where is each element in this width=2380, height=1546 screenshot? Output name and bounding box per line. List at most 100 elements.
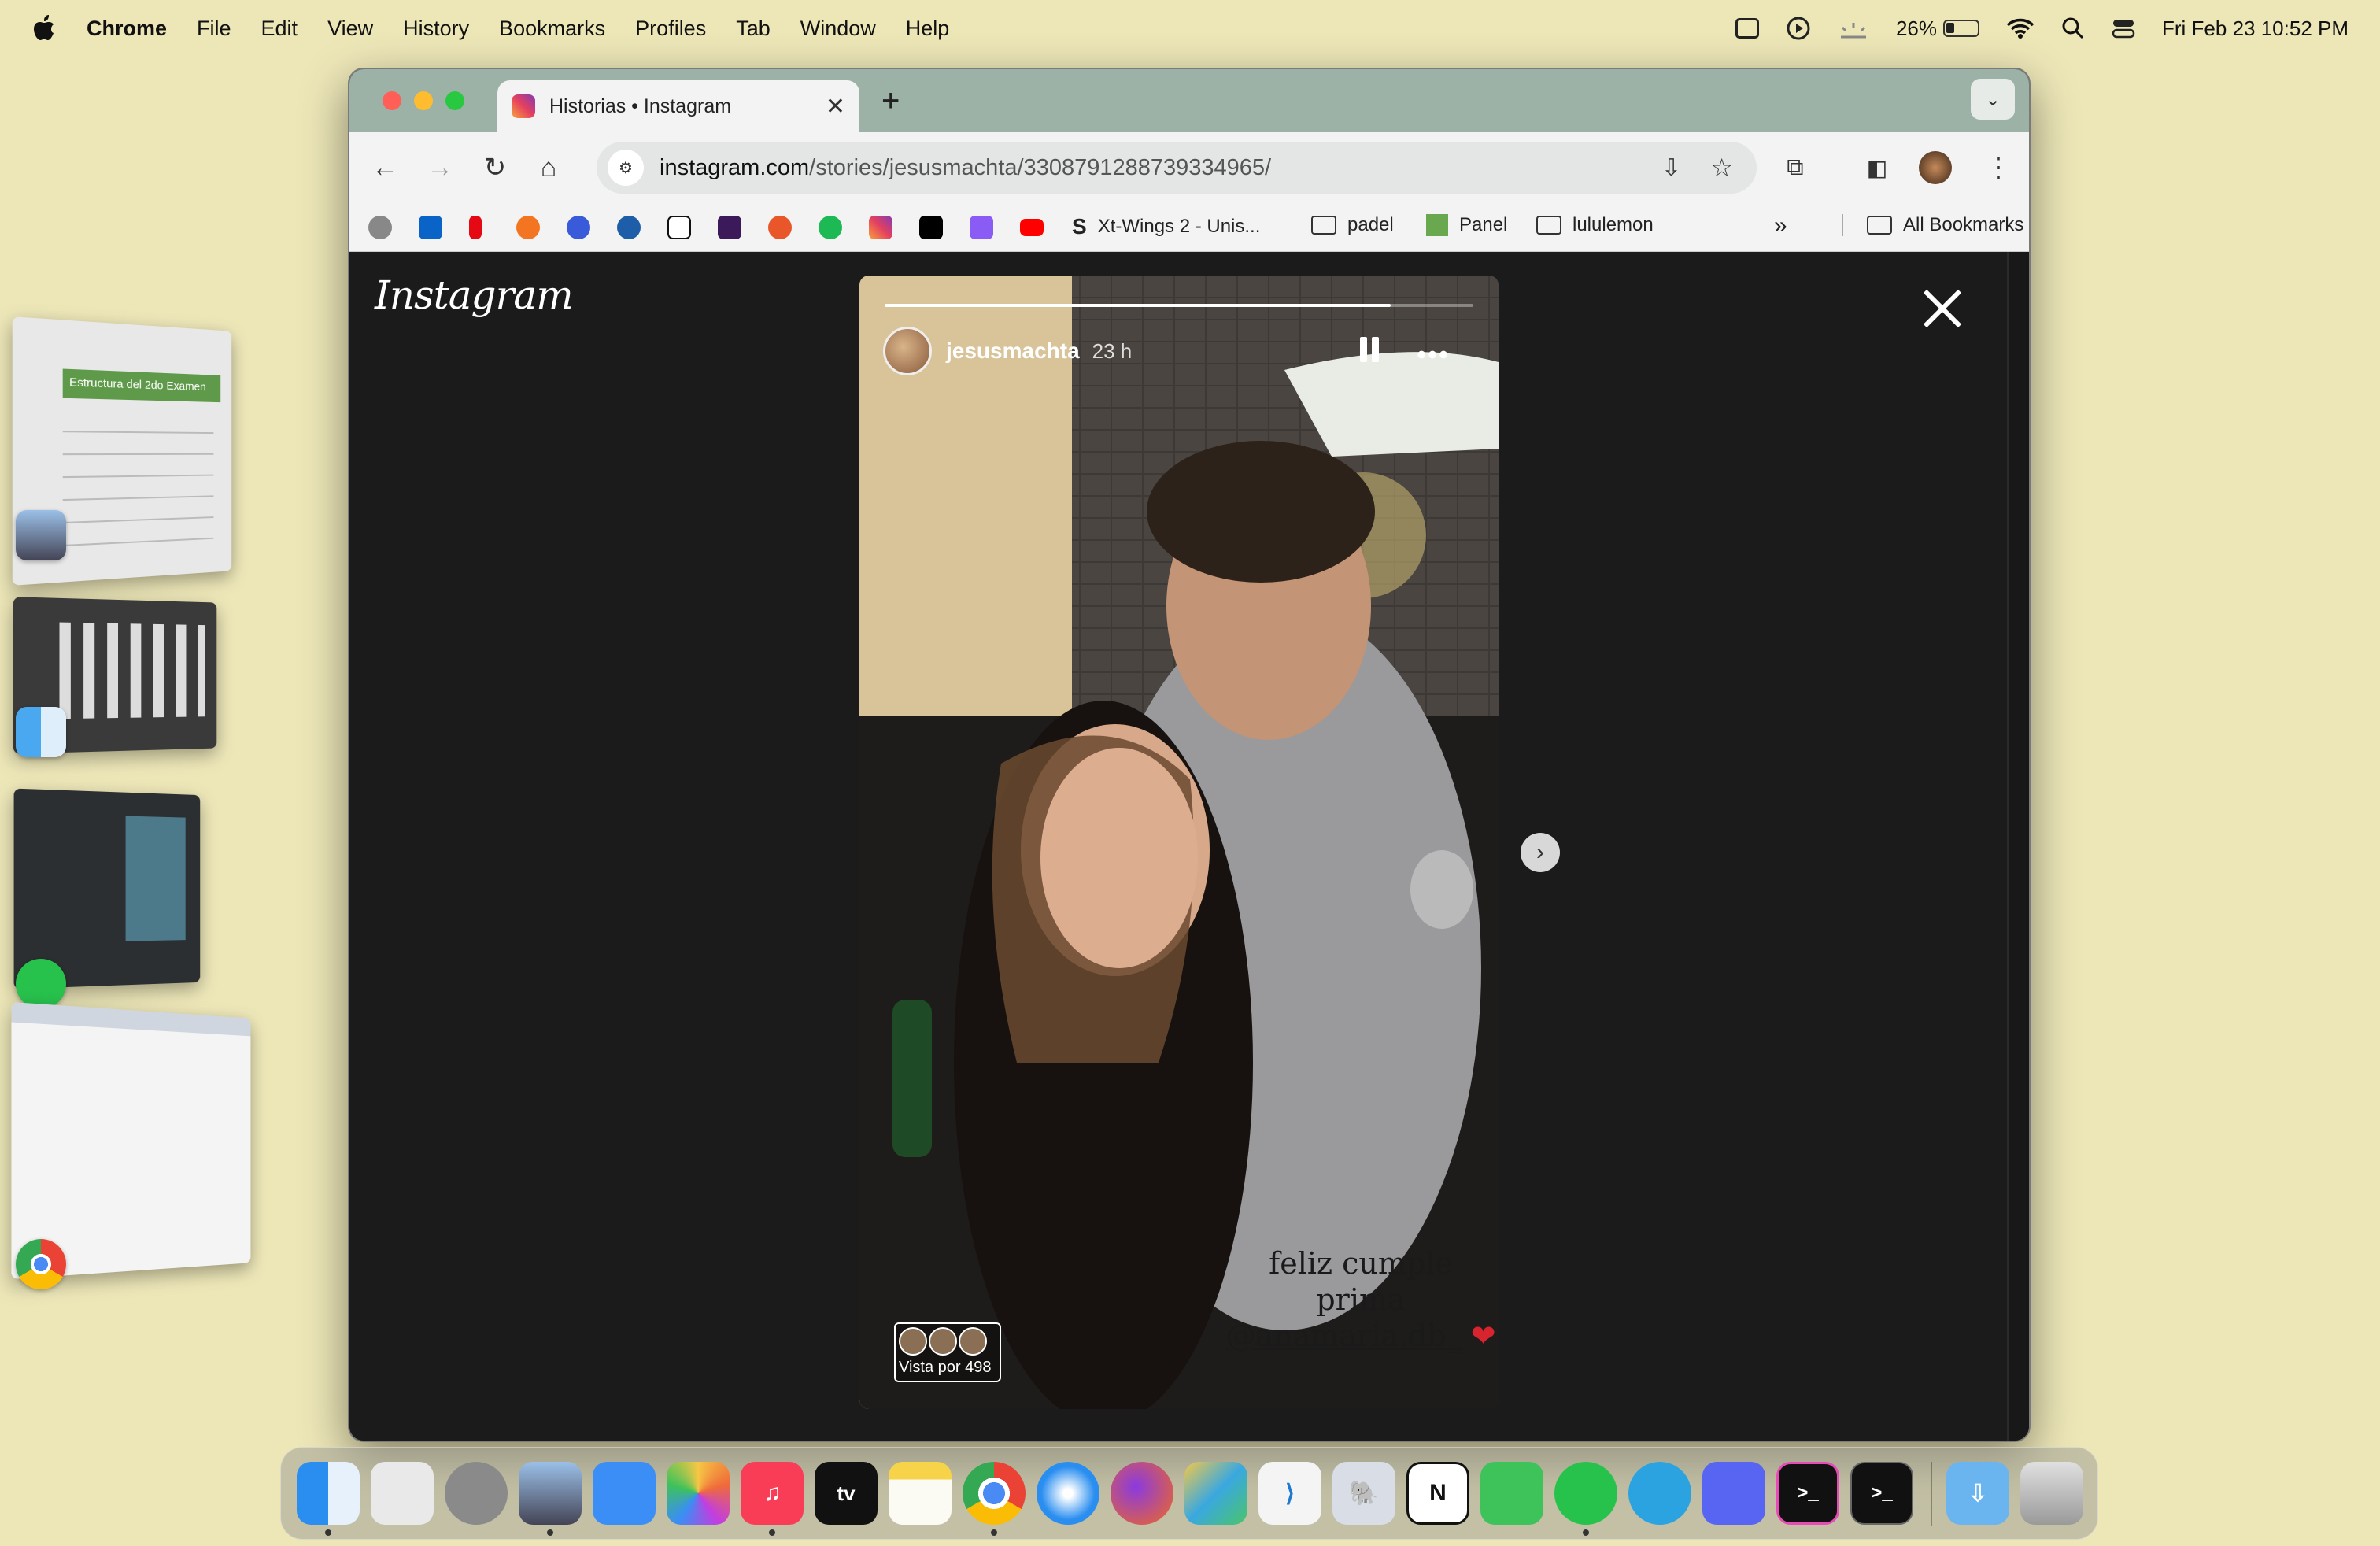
close-window-button[interactable]	[382, 91, 401, 110]
dock-chrome-icon[interactable]	[963, 1462, 1026, 1525]
dock-mail-icon[interactable]	[593, 1462, 656, 1525]
dock-whatsapp-icon[interactable]	[1554, 1462, 1617, 1525]
zoom-window-button[interactable]	[445, 91, 464, 110]
tab-close-icon[interactable]: ✕	[826, 93, 845, 120]
tab-instagram[interactable]: Historias • Instagram ✕	[497, 80, 859, 132]
screen-icon[interactable]	[1735, 18, 1759, 39]
site-settings-icon[interactable]: ⚙	[608, 150, 644, 186]
bookmark-amazon-icon[interactable]	[667, 216, 691, 239]
story-avatar[interactable]	[883, 327, 932, 375]
dock-trash-icon[interactable]	[2020, 1462, 2083, 1525]
bookmark-folder-padel[interactable]: padel	[1311, 214, 1394, 236]
menu-edit[interactable]: Edit	[261, 17, 298, 41]
bookmark-youtube-icon[interactable]	[1020, 219, 1044, 236]
bookmark-crunchyroll-icon[interactable]	[516, 216, 540, 239]
search-icon[interactable]	[2061, 17, 2085, 40]
bookmark-panel[interactable]: Panel	[1426, 214, 1507, 236]
chrome-app-icon[interactable]	[16, 1239, 66, 1289]
dock-firefox-icon[interactable]	[1111, 1462, 1173, 1525]
story-username[interactable]: jesusmachta	[946, 338, 1080, 364]
story-card[interactable]: jesusmachta 23 h ••• feliz cumple prima …	[859, 276, 1499, 1409]
dock-tv-icon[interactable]: tv	[815, 1462, 878, 1525]
bookmark-star-icon[interactable]: ☆	[1710, 153, 1733, 183]
caption-mention[interactable]: @anamaria.db_	[1225, 1319, 1461, 1353]
tab-search-button[interactable]: ⌄	[1971, 79, 2015, 120]
bookmark-x-icon[interactable]	[919, 216, 943, 239]
story-timestamp: 23 h	[1092, 338, 1133, 363]
forward-button[interactable]: →	[420, 148, 460, 187]
chrome-menu-icon[interactable]: ⋮	[1979, 148, 2018, 187]
dock-notes-icon[interactable]	[889, 1462, 952, 1525]
menu-history[interactable]: History	[403, 17, 469, 41]
bookmark-play-icon[interactable]	[617, 216, 641, 239]
pause-icon[interactable]	[1360, 337, 1379, 362]
dock-downloads-icon[interactable]: ⇩	[1946, 1462, 2009, 1525]
next-story-button[interactable]: ›	[1521, 833, 1560, 872]
apple-icon[interactable]	[31, 15, 57, 41]
bookmark-xt-wings[interactable]: S Xt-Wings 2 - Unis...	[1072, 214, 1260, 239]
dock-postgres-icon[interactable]: 🐘	[1332, 1462, 1395, 1525]
dock-settings-icon[interactable]	[445, 1462, 508, 1525]
wifi-icon[interactable]	[2006, 17, 2034, 39]
preview-app-icon[interactable]	[16, 510, 66, 560]
side-panel-icon[interactable]: ◧	[1857, 148, 1897, 187]
dock-vscode-icon[interactable]: ⟩	[1258, 1462, 1321, 1525]
dock-discord-icon[interactable]	[1702, 1462, 1765, 1525]
menu-app-name[interactable]: Chrome	[87, 17, 167, 41]
dock-music-icon[interactable]: ♫	[741, 1462, 804, 1525]
install-app-icon[interactable]: ⇩	[1661, 154, 1681, 182]
dock-terminal-icon[interactable]: >_	[1850, 1462, 1913, 1525]
dock-preview-icon[interactable]	[519, 1462, 582, 1525]
bookmark-outlook-icon[interactable]	[419, 216, 442, 239]
story-viewers[interactable]: Vista por 498	[894, 1322, 1001, 1382]
dock-notion-icon[interactable]: N	[1406, 1462, 1469, 1525]
back-button[interactable]: ←	[365, 148, 405, 187]
dock-3d-app-icon[interactable]	[1184, 1462, 1247, 1525]
menu-bookmarks[interactable]: Bookmarks	[499, 17, 605, 41]
menu-clock[interactable]: Fri Feb 23 10:52 PM	[2162, 17, 2349, 41]
dock: ♫ tv ⟩ 🐘 N >_ >_ ⇩	[280, 1447, 2098, 1540]
bookmark-crown-icon[interactable]	[970, 216, 993, 239]
control-center-icon[interactable]	[2112, 17, 2135, 40]
bookmark-instagram-icon[interactable]	[869, 216, 893, 239]
bookmark-star-site-icon[interactable]	[768, 216, 792, 239]
battery-indicator[interactable]: 26%	[1896, 17, 1979, 41]
extensions-icon[interactable]: ⧉	[1776, 148, 1815, 187]
home-button[interactable]: ⌂	[529, 148, 568, 187]
dock-photos-icon[interactable]	[667, 1462, 730, 1525]
close-icon[interactable]	[1919, 285, 1966, 332]
bookmark-m-icon[interactable]	[718, 216, 741, 239]
finder-app-icon[interactable]	[16, 707, 66, 757]
menu-profiles[interactable]: Profiles	[635, 17, 706, 41]
instagram-logo[interactable]: Instagram	[375, 272, 574, 318]
more-options-icon[interactable]: •••	[1417, 340, 1450, 371]
dock-finder-icon[interactable]	[297, 1462, 360, 1525]
dock-warp-icon[interactable]: >_	[1776, 1462, 1839, 1525]
whatsapp-app-icon[interactable]	[16, 959, 66, 1009]
reload-button[interactable]: ↻	[475, 148, 515, 187]
menu-view[interactable]: View	[327, 17, 373, 41]
menu-help[interactable]: Help	[906, 17, 950, 41]
new-tab-button[interactable]: +	[881, 83, 900, 119]
dock-safari-icon[interactable]	[1037, 1462, 1099, 1525]
bookmark-apple-icon[interactable]	[368, 216, 392, 239]
address-bar[interactable]: ⚙ instagram.com/stories/jesusmachta/3308…	[597, 142, 1757, 194]
minimize-window-button[interactable]	[414, 91, 433, 110]
dock-telegram-icon[interactable]	[1628, 1462, 1691, 1525]
scrollbar[interactable]	[2007, 252, 2029, 1441]
bookmark-spotify-icon[interactable]	[819, 216, 842, 239]
bookmark-disney-icon[interactable]	[567, 216, 590, 239]
profile-avatar[interactable]	[1919, 151, 1952, 184]
menu-tab[interactable]: Tab	[736, 17, 771, 41]
bookmark-folder-lululemon[interactable]: lululemon	[1536, 214, 1654, 236]
menu-file[interactable]: File	[197, 17, 231, 41]
bookmark-netflix-icon[interactable]	[469, 216, 482, 239]
play-icon[interactable]	[1786, 16, 1811, 41]
more-bookmarks-icon[interactable]: »	[1774, 213, 1787, 239]
weather-icon[interactable]	[1838, 17, 1869, 40]
dock-launchpad-icon[interactable]	[371, 1462, 434, 1525]
bookmark-all-bookmarks[interactable]: All Bookmarks	[1842, 214, 2023, 236]
stage-thumb-chrome[interactable]	[11, 1001, 251, 1280]
menu-window[interactable]: Window	[800, 17, 876, 41]
dock-facetime-icon[interactable]	[1480, 1462, 1543, 1525]
